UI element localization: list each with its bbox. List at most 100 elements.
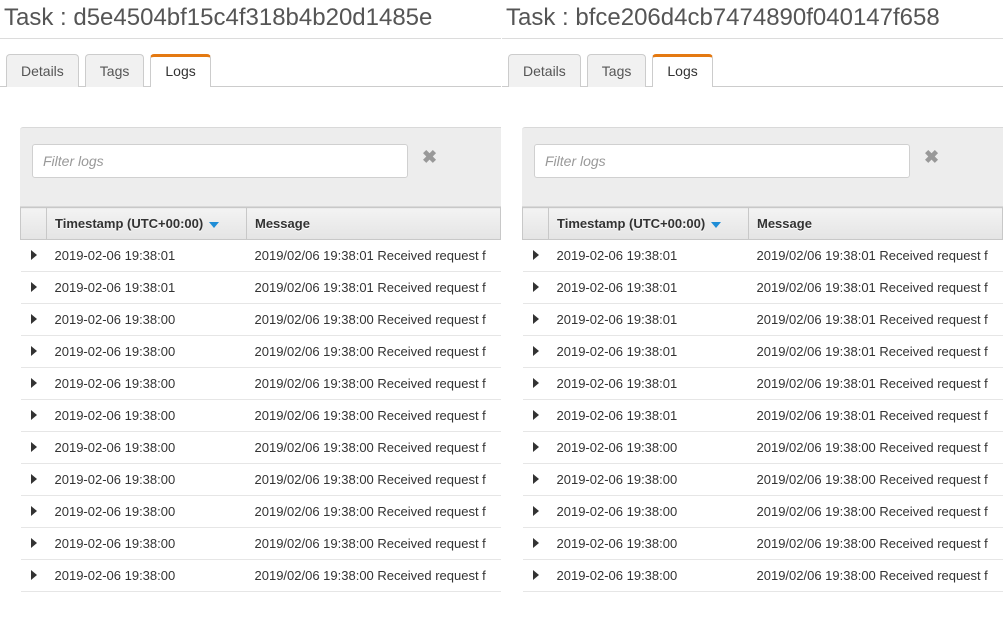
col-timestamp-label: Timestamp (UTC+00:00) [55,216,203,231]
expand-row-toggle[interactable] [21,368,47,400]
expand-row-toggle[interactable] [523,272,549,304]
table-row[interactable]: 2019-02-06 19:38:002019/02/06 19:38:00 R… [21,368,501,400]
cell-timestamp: 2019-02-06 19:38:00 [47,560,247,592]
logs-table: Timestamp (UTC+00:00)Message2019-02-06 1… [522,207,1003,592]
expand-row-toggle[interactable] [523,368,549,400]
tab-details[interactable]: Details [6,54,79,87]
expand-row-toggle[interactable] [523,464,549,496]
table-row[interactable]: 2019-02-06 19:38:012019/02/06 19:38:01 R… [523,304,1003,336]
tabbar: DetailsTagsLogs [502,43,1003,87]
expand-row-toggle[interactable] [523,496,549,528]
col-message[interactable]: Message [749,208,1003,240]
table-row[interactable]: 2019-02-06 19:38:002019/02/06 19:38:00 R… [21,304,501,336]
col-timestamp[interactable]: Timestamp (UTC+00:00) [47,208,247,240]
caret-right-icon [31,282,37,292]
expand-row-toggle[interactable] [523,560,549,592]
cell-timestamp: 2019-02-06 19:38:01 [549,400,749,432]
table-row[interactable]: 2019-02-06 19:38:012019/02/06 19:38:01 R… [21,240,501,272]
expand-row-toggle[interactable] [21,336,47,368]
expand-row-toggle[interactable] [523,304,549,336]
cell-timestamp: 2019-02-06 19:38:00 [549,528,749,560]
expand-row-toggle[interactable] [21,560,47,592]
cell-timestamp: 2019-02-06 19:38:01 [549,304,749,336]
cell-timestamp: 2019-02-06 19:38:00 [47,368,247,400]
expand-row-toggle[interactable] [523,432,549,464]
cell-message: 2019/02/06 19:38:01 Received request f [749,336,1003,368]
cell-message: 2019/02/06 19:38:00 Received request f [749,496,1003,528]
table-row[interactable]: 2019-02-06 19:38:002019/02/06 19:38:00 R… [523,432,1003,464]
expand-row-toggle[interactable] [21,464,47,496]
table-row[interactable]: 2019-02-06 19:38:002019/02/06 19:38:00 R… [21,496,501,528]
expand-row-toggle[interactable] [21,496,47,528]
col-timestamp[interactable]: Timestamp (UTC+00:00) [549,208,749,240]
table-row[interactable]: 2019-02-06 19:38:002019/02/06 19:38:00 R… [21,464,501,496]
cell-message: 2019/02/06 19:38:01 Received request f [749,368,1003,400]
clear-filter-icon[interactable]: ✖ [924,144,939,166]
tab-logs[interactable]: Logs [150,54,210,87]
cell-timestamp: 2019-02-06 19:38:00 [47,336,247,368]
table-row[interactable]: 2019-02-06 19:38:002019/02/06 19:38:00 R… [523,560,1003,592]
filter-bar: ✖ [20,127,501,207]
table-row[interactable]: 2019-02-06 19:38:012019/02/06 19:38:01 R… [523,368,1003,400]
caret-right-icon [533,442,539,452]
cell-timestamp: 2019-02-06 19:38:00 [549,464,749,496]
expand-row-toggle[interactable] [523,336,549,368]
caret-right-icon [31,346,37,356]
col-expand [523,208,549,240]
caret-right-icon [533,314,539,324]
cell-timestamp: 2019-02-06 19:38:00 [47,432,247,464]
expand-row-toggle[interactable] [21,432,47,464]
cell-message: 2019/02/06 19:38:00 Received request f [247,336,501,368]
cell-timestamp: 2019-02-06 19:38:01 [549,368,749,400]
expand-row-toggle[interactable] [21,528,47,560]
filter-logs-input[interactable] [32,144,408,178]
sort-desc-icon [209,222,219,228]
caret-right-icon [31,506,37,516]
clear-filter-icon[interactable]: ✖ [422,144,437,166]
expand-row-toggle[interactable] [523,400,549,432]
cell-timestamp: 2019-02-06 19:38:00 [47,496,247,528]
table-row[interactable]: 2019-02-06 19:38:012019/02/06 19:38:01 R… [21,272,501,304]
cell-timestamp: 2019-02-06 19:38:01 [549,336,749,368]
expand-row-toggle[interactable] [523,528,549,560]
table-row[interactable]: 2019-02-06 19:38:002019/02/06 19:38:00 R… [523,464,1003,496]
table-row[interactable]: 2019-02-06 19:38:012019/02/06 19:38:01 R… [523,272,1003,304]
expand-row-toggle[interactable] [21,304,47,336]
tab-tags[interactable]: Tags [85,54,145,87]
expand-row-toggle[interactable] [523,240,549,272]
table-row[interactable]: 2019-02-06 19:38:002019/02/06 19:38:00 R… [21,336,501,368]
cell-timestamp: 2019-02-06 19:38:01 [549,272,749,304]
cell-message: 2019/02/06 19:38:01 Received request f [749,272,1003,304]
table-row[interactable]: 2019-02-06 19:38:002019/02/06 19:38:00 R… [21,400,501,432]
caret-right-icon [31,474,37,484]
table-row[interactable]: 2019-02-06 19:38:002019/02/06 19:38:00 R… [523,528,1003,560]
cell-message: 2019/02/06 19:38:01 Received request f [749,304,1003,336]
table-row[interactable]: 2019-02-06 19:38:002019/02/06 19:38:00 R… [21,560,501,592]
sort-desc-icon [711,222,721,228]
table-row[interactable]: 2019-02-06 19:38:012019/02/06 19:38:01 R… [523,336,1003,368]
tabbar: DetailsTagsLogs [0,43,501,87]
cell-timestamp: 2019-02-06 19:38:01 [47,272,247,304]
table-row[interactable]: 2019-02-06 19:38:012019/02/06 19:38:01 R… [523,240,1003,272]
logs-table: Timestamp (UTC+00:00)Message2019-02-06 1… [20,207,501,592]
cell-message: 2019/02/06 19:38:00 Received request f [247,432,501,464]
cell-message: 2019/02/06 19:38:00 Received request f [749,464,1003,496]
expand-row-toggle[interactable] [21,272,47,304]
cell-message: 2019/02/06 19:38:00 Received request f [247,464,501,496]
tab-tags[interactable]: Tags [587,54,647,87]
table-row[interactable]: 2019-02-06 19:38:002019/02/06 19:38:00 R… [21,432,501,464]
expand-row-toggle[interactable] [21,400,47,432]
caret-right-icon [533,474,539,484]
filter-logs-input[interactable] [534,144,910,178]
task-panel: Task : d5e4504bf15c4f318b4b20d1485eDetai… [0,0,502,592]
table-row[interactable]: 2019-02-06 19:38:002019/02/06 19:38:00 R… [21,528,501,560]
caret-right-icon [533,282,539,292]
caret-right-icon [533,346,539,356]
tab-logs[interactable]: Logs [652,54,712,87]
table-row[interactable]: 2019-02-06 19:38:002019/02/06 19:38:00 R… [523,496,1003,528]
expand-row-toggle[interactable] [21,240,47,272]
panel-title: Task : bfce206d4cb7474890f040147f658 [502,0,1003,39]
tab-details[interactable]: Details [508,54,581,87]
table-row[interactable]: 2019-02-06 19:38:012019/02/06 19:38:01 R… [523,400,1003,432]
col-message[interactable]: Message [247,208,501,240]
